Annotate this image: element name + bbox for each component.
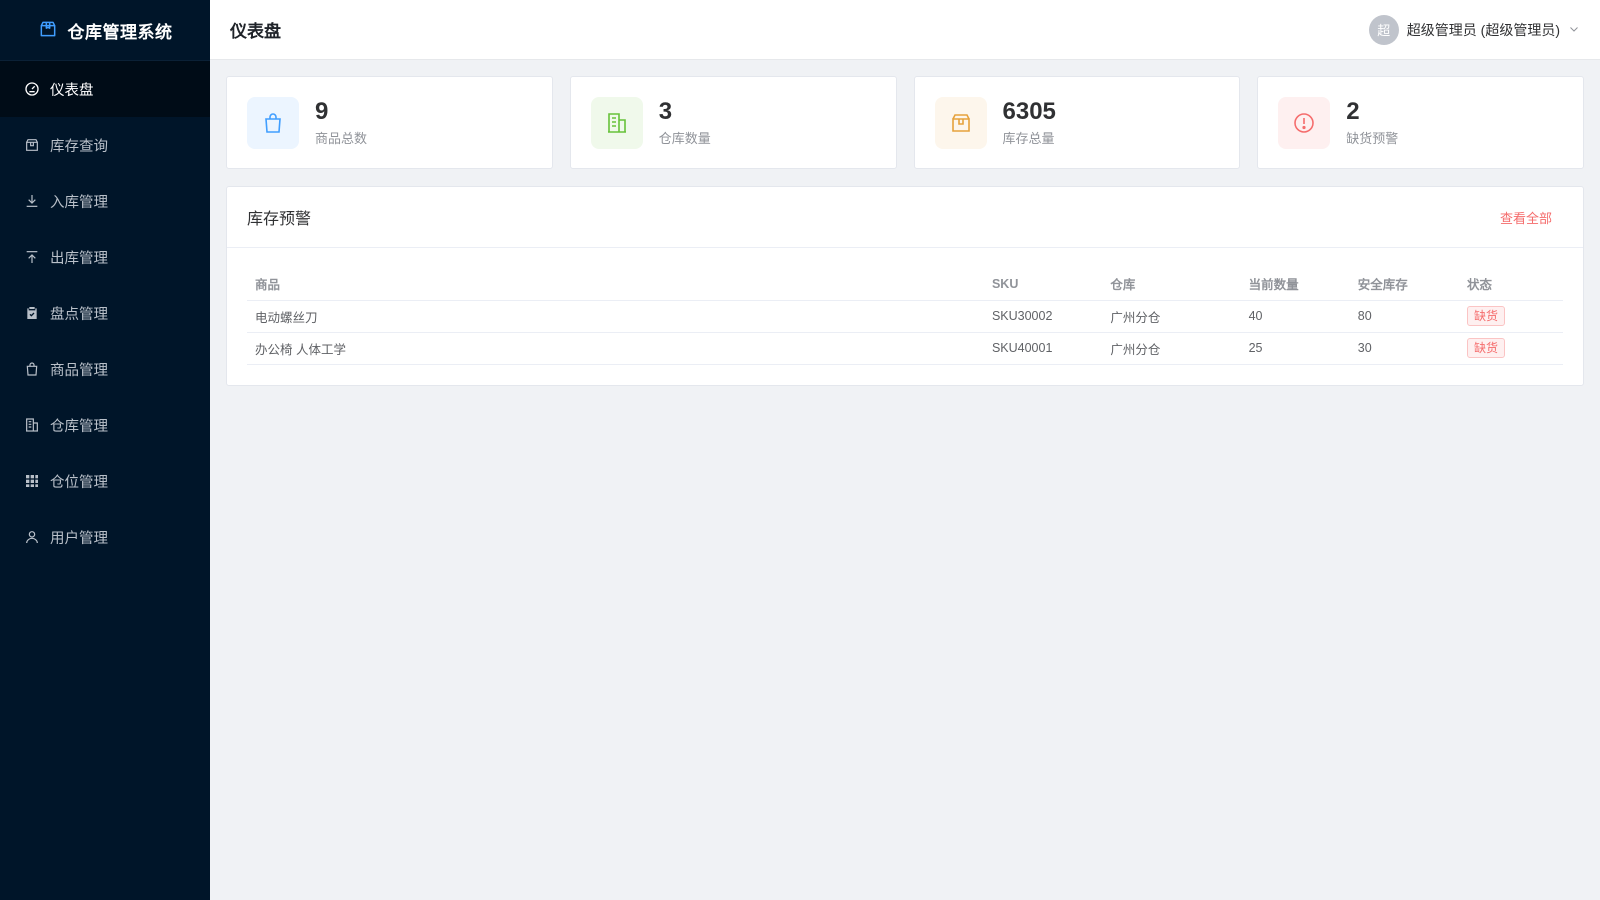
user-icon [24, 529, 40, 545]
status-badge: 缺货 [1467, 306, 1506, 326]
cell-product: 办公椅 人体工学 [247, 332, 984, 365]
stat-label: 库存总量 [1002, 131, 1055, 146]
stat-card-warehouses: 3 仓库数量 [569, 76, 897, 169]
stat-value: 9 [315, 98, 329, 125]
sidebar-item-label: 用户管理 [50, 530, 108, 547]
status-badge: 缺货 [1467, 338, 1506, 358]
brand[interactable]: 仓库管理系统 [0, 0, 210, 61]
cell-safety-stock: 30 [1349, 332, 1459, 365]
chevron-down-icon [1568, 22, 1580, 38]
stat-label: 缺货预警 [1346, 131, 1399, 146]
sidebar-item-label: 入库管理 [50, 194, 108, 211]
column-header-safety-stock[interactable]: 安全库存 [1349, 268, 1459, 301]
content: 9 商品总数 3 仓库数量 6305 库存总量 2 缺货预警 库存预警 查看全部… [210, 60, 1600, 402]
cell-sku: SKU40001 [983, 332, 1103, 365]
cell-status: 缺货 [1459, 332, 1563, 365]
cell-safety-stock: 80 [1349, 300, 1459, 333]
clipboard-check-icon [24, 305, 40, 321]
stat-card-products: 9 商品总数 [226, 76, 553, 169]
page-title: 仪表盘 [230, 22, 281, 41]
view-all-link[interactable]: 查看全部 [1500, 208, 1552, 227]
app-title: 仓库管理系统 [67, 22, 173, 42]
box-icon [24, 137, 40, 153]
box-icon [934, 96, 987, 149]
box-icon [38, 19, 58, 42]
avatar: 超 [1368, 14, 1399, 45]
sidebar-item-label: 仓位管理 [50, 474, 108, 491]
sidebar-item-inbound[interactable]: 入库管理 [0, 173, 210, 229]
panel-title: 库存预警 [247, 211, 312, 228]
sidebar-item-products[interactable]: 商品管理 [0, 341, 210, 397]
stat-label: 商品总数 [315, 131, 368, 146]
shopping-bag-icon [247, 96, 299, 149]
panel-header: 库存预警 查看全部 [227, 187, 1583, 248]
stat-value: 2 [1346, 98, 1360, 125]
table-row[interactable]: 电动螺丝刀 SKU30002 广州分仓 40 80 缺货 [247, 300, 1563, 333]
user-name: 超级管理员 (超级管理员) [1406, 21, 1560, 38]
cell-current-qty: 40 [1240, 300, 1350, 333]
user-menu[interactable]: 超 超级管理员 (超级管理员) [1368, 14, 1580, 45]
sidebar-item-label: 库存查询 [50, 138, 108, 155]
stat-card-shortage: 2 缺货预警 [1257, 76, 1584, 169]
table-header-row: 商品 SKU 仓库 当前数量 安全库存 状态 [247, 268, 1563, 301]
app-root: 仓库管理系统 仪表盘 库存查询 入库管理 出库管理 盘点管理 商品管理 仓库管理… [0, 0, 1600, 900]
sidebar-item-label: 出库管理 [50, 250, 108, 267]
grid-icon [24, 473, 40, 489]
shopping-bag-icon [24, 361, 40, 377]
main-area: 仪表盘 超 超级管理员 (超级管理员) 9 商品总数 3 仓库数量 6305 库… [210, 0, 1600, 900]
download-icon [24, 193, 40, 209]
column-header-status[interactable]: 状态 [1459, 268, 1563, 301]
building-icon [24, 417, 40, 433]
stat-card-inventory-total: 6305 库存总量 [913, 76, 1241, 169]
inventory-alert-panel: 库存预警 查看全部 商品 SKU 仓库 当前数量 安全库存 状态 电动螺丝刀 S… [226, 186, 1584, 386]
stats-row: 9 商品总数 3 仓库数量 6305 库存总量 2 缺货预警 [226, 76, 1584, 169]
stat-value: 3 [658, 98, 673, 125]
sidebar-item-dashboard[interactable]: 仪表盘 [0, 61, 210, 117]
cell-current-qty: 25 [1240, 332, 1350, 365]
building-icon [590, 96, 643, 149]
sidebar-item-label: 盘点管理 [50, 306, 108, 323]
column-header-sku[interactable]: SKU [983, 268, 1103, 301]
stat-value: 6305 [1002, 98, 1056, 125]
sidebar: 仓库管理系统 仪表盘 库存查询 入库管理 出库管理 盘点管理 商品管理 仓库管理… [0, 0, 210, 900]
column-header-product[interactable]: 商品 [247, 268, 984, 301]
sidebar-item-label: 仪表盘 [50, 82, 94, 99]
column-header-current-qty[interactable]: 当前数量 [1240, 268, 1350, 301]
panel-body: 商品 SKU 仓库 当前数量 安全库存 状态 电动螺丝刀 SKU30002 广州… [227, 248, 1583, 385]
cell-sku: SKU30002 [983, 300, 1103, 333]
upload-icon [24, 249, 40, 265]
table-row[interactable]: 办公椅 人体工学 SKU40001 广州分仓 25 30 缺货 [247, 332, 1563, 365]
sidebar-item-locations[interactable]: 仓位管理 [0, 453, 210, 509]
cell-status: 缺货 [1459, 300, 1563, 333]
alert-table: 商品 SKU 仓库 当前数量 安全库存 状态 电动螺丝刀 SKU30002 广州… [247, 268, 1563, 365]
sidebar-item-inventory-query[interactable]: 库存查询 [0, 117, 210, 173]
stat-label: 仓库数量 [658, 131, 711, 146]
sidebar-item-stocktake[interactable]: 盘点管理 [0, 285, 210, 341]
cell-warehouse: 广州分仓 [1102, 332, 1241, 365]
column-header-warehouse[interactable]: 仓库 [1102, 268, 1241, 301]
sidebar-item-warehouses[interactable]: 仓库管理 [0, 397, 210, 453]
sidebar-item-users[interactable]: 用户管理 [0, 509, 210, 565]
warning-circle-icon [1278, 96, 1331, 149]
dashboard-icon [24, 81, 40, 97]
cell-warehouse: 广州分仓 [1102, 300, 1241, 333]
sidebar-item-label: 商品管理 [50, 362, 108, 379]
sidebar-item-label: 仓库管理 [50, 418, 108, 435]
header: 仪表盘 超 超级管理员 (超级管理员) [210, 0, 1600, 60]
cell-product: 电动螺丝刀 [247, 300, 984, 333]
sidebar-menu: 仪表盘 库存查询 入库管理 出库管理 盘点管理 商品管理 仓库管理 仓位管理 用… [0, 61, 210, 565]
sidebar-item-outbound[interactable]: 出库管理 [0, 229, 210, 285]
